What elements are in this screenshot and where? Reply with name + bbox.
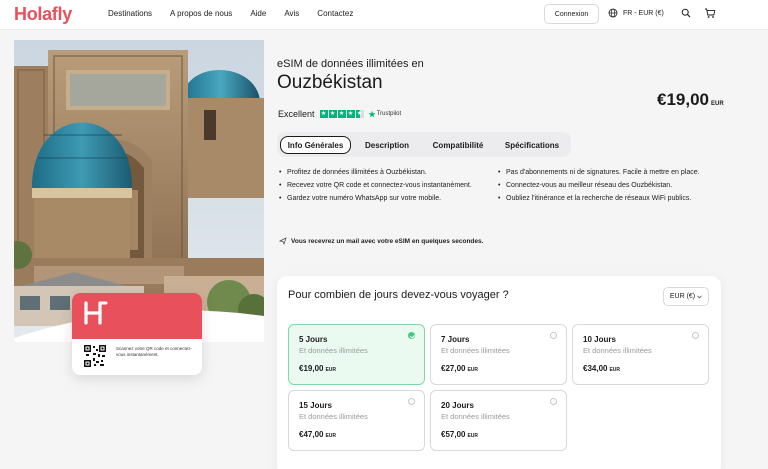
features-list-right: Pas d'abonnements ni de signatures. Faci…: [498, 168, 728, 207]
plan-price-value: €34,00: [583, 364, 608, 373]
plan-price-value: €19,00: [299, 364, 324, 373]
list-item: Pas d'abonnements ni de signatures. Faci…: [498, 168, 728, 177]
plan-price-currency: EUR: [325, 433, 337, 439]
plan-price: €19,00 EUR: [299, 364, 336, 373]
send-icon: [279, 237, 287, 245]
radio-checked-icon: [408, 332, 415, 339]
plan-price-currency: EUR: [609, 367, 621, 373]
radio-icon: [408, 398, 415, 405]
chevron-down-icon: [697, 295, 702, 299]
tab-compatibility[interactable]: Compatibilité: [425, 136, 491, 154]
plan-price: €47,00 EUR: [299, 430, 336, 439]
price-currency: EUR: [711, 101, 724, 107]
globe-icon: [608, 8, 618, 18]
star-icon: ★: [328, 110, 337, 118]
cart-icon[interactable]: [704, 7, 716, 19]
star-icon: ★: [346, 110, 355, 118]
plan-price-value: €27,00: [441, 364, 466, 373]
holafly-h-icon: [82, 301, 108, 330]
login-button[interactable]: Connexion: [544, 4, 599, 24]
plan-price-currency: EUR: [467, 433, 479, 439]
holafly-logo[interactable]: Holafly: [14, 4, 72, 25]
star-icon: ★: [337, 110, 346, 118]
plan-price-value: €57,00: [441, 430, 466, 439]
plan-data: Et données illimitées: [299, 412, 368, 421]
trustpilot-label: Trustpilot: [376, 111, 402, 117]
tab-specifications[interactable]: Spécifications: [499, 136, 565, 154]
plan-price: €34,00 EUR: [583, 364, 620, 373]
tab-general-info[interactable]: Info Générales: [280, 136, 351, 154]
esim-card-caption: Scannez votre QR code et connectez-vous …: [116, 346, 193, 357]
radio-icon: [550, 332, 557, 339]
price-value: €19,00: [657, 90, 709, 109]
qr-code-icon: [84, 345, 106, 367]
list-item: Gardez votre numéro WhatsApp sur votre m…: [279, 194, 479, 203]
plan-days: 10 Jours: [583, 335, 616, 344]
trustpilot-logo: ★ Trustpilot: [369, 110, 402, 119]
site-header: Holafly Destinations A propos de nous Ai…: [0, 0, 768, 30]
plan-option-20-days[interactable]: 20 Jours Et données illimitées €57,00 EUR: [430, 390, 567, 451]
tab-description[interactable]: Description: [357, 136, 417, 154]
plan-days: 15 Jours: [299, 401, 332, 410]
plan-price-value: €47,00: [299, 430, 324, 439]
plan-data: Et données illimitées: [299, 346, 368, 355]
plan-days: 7 Jours: [441, 335, 470, 344]
rating-label: Excellent: [278, 109, 315, 119]
currency-select[interactable]: EUR (€): [663, 287, 709, 306]
half-star-icon: ★: [355, 110, 364, 118]
radio-icon: [692, 332, 699, 339]
trustpilot-rating[interactable]: Excellent ★ ★ ★ ★ ★ ★ Trustpilot: [278, 109, 401, 119]
product-subtitle: eSIM de données illimitées en: [277, 58, 424, 70]
list-item: Oubliez l'itinérance et la recherche de …: [498, 194, 728, 203]
plan-data: Et données illimitées: [441, 346, 510, 355]
duration-question: Pour combien de jours devez-vous voyager…: [288, 289, 509, 301]
plan-days: 5 Jours: [299, 335, 328, 344]
list-item: Connectez-vous au meilleur réseau des Ou…: [498, 181, 728, 190]
plan-option-10-days[interactable]: 10 Jours Et données illimitées €34,00 EUR: [572, 324, 709, 385]
radio-icon: [550, 398, 557, 405]
plan-price-currency: EUR: [325, 367, 337, 373]
nav-destinations[interactable]: Destinations: [108, 9, 152, 18]
list-item: Profitez de données illimitées à Ouzbéki…: [279, 168, 479, 177]
currency-value: EUR (€): [669, 293, 696, 300]
plan-days: 20 Jours: [441, 401, 474, 410]
plan-data: Et données illimitées: [583, 346, 652, 355]
language-currency-selector[interactable]: FR - EUR (€): [608, 8, 664, 18]
esim-card-visual: Scannez votre QR code et connectez-vous …: [72, 293, 202, 375]
product-price: €19,00 EUR: [657, 90, 724, 110]
plan-price-currency: EUR: [467, 367, 479, 373]
nav-reviews[interactable]: Avis: [284, 9, 299, 18]
delivery-note-text: Vous recevrez un mail avec votre eSIM en…: [291, 237, 484, 245]
delivery-note: Vous recevrez un mail avec votre eSIM en…: [279, 237, 483, 245]
esim-card-header: [72, 293, 202, 339]
plan-option-7-days[interactable]: 7 Jours Et données illimitées €27,00 EUR: [430, 324, 567, 385]
plan-option-15-days[interactable]: 15 Jours Et données illimitées €47,00 EUR: [288, 390, 425, 451]
duration-selector: Pour combien de jours devez-vous voyager…: [277, 276, 721, 469]
search-icon[interactable]: [681, 8, 691, 18]
info-tabs: Info Générales Description Compatibilité…: [277, 132, 571, 157]
list-item: Recevez votre QR code et connectez-vous …: [279, 181, 479, 190]
trustpilot-star-icon: ★: [368, 109, 376, 119]
page-title: Ouzbékistan: [277, 72, 383, 93]
nav-contact[interactable]: Contactez: [317, 9, 353, 18]
rating-stars: ★ ★ ★ ★ ★: [319, 110, 364, 118]
main-nav: Destinations A propos de nous Aide Avis …: [108, 9, 371, 18]
language-currency-label: FR - EUR (€): [623, 9, 664, 17]
plan-option-5-days[interactable]: 5 Jours Et données illimitées €19,00 EUR: [288, 324, 425, 385]
features-list-left: Profitez de données illimitées à Ouzbéki…: [279, 168, 479, 207]
nav-help[interactable]: Aide: [250, 9, 266, 18]
plan-price: €57,00 EUR: [441, 430, 478, 439]
plan-data: Et données illimitées: [441, 412, 510, 421]
nav-about[interactable]: A propos de nous: [170, 9, 232, 18]
star-icon: ★: [319, 110, 328, 118]
plan-price: €27,00 EUR: [441, 364, 478, 373]
